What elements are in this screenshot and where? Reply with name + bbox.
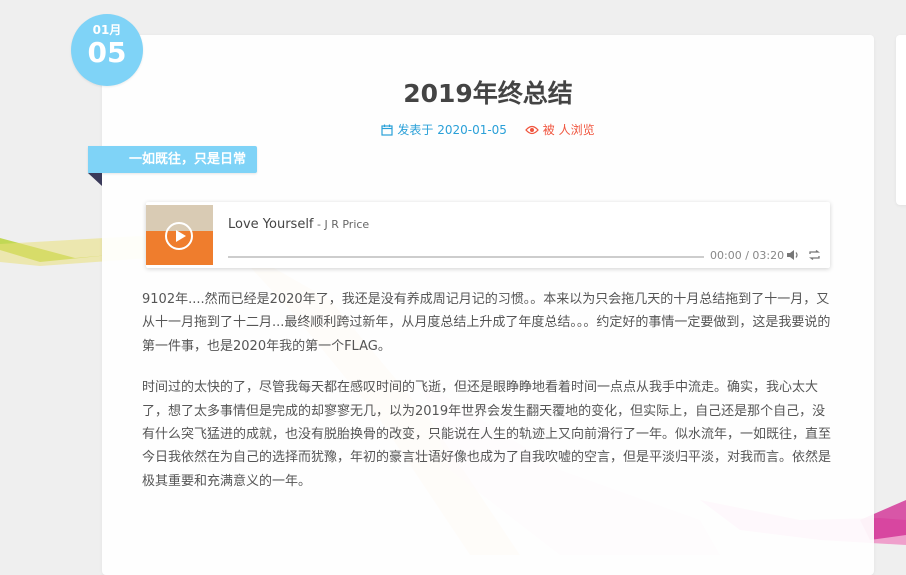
paragraph: 9102年....然而已经是2020年了，我还是没有养成周记月记的习惯。。本来以…: [142, 292, 831, 354]
time-display: 00:00 / 03:20: [710, 249, 785, 262]
sidebar-card: [896, 35, 906, 205]
view-count-text: 被 人浏览: [542, 123, 595, 137]
post-body: 9102年....然而已经是2020年了，我还是没有养成周记月记的习惯。。本来以…: [142, 288, 836, 511]
date-month: 01月: [92, 23, 122, 37]
post-meta: 发表于 2020-01-05 被 人浏览: [102, 121, 874, 139]
eye-icon: [524, 125, 539, 135]
paragraph: 时间过的太快的了，尽管我每天都在感叹时间的飞逝，但还是眼睁睁地看着时间一点点从我…: [142, 380, 832, 489]
song-title: Love Yourself: [228, 217, 314, 232]
category-ribbon-label: 一如既往，只是日常: [128, 152, 246, 167]
play-icon[interactable]: [165, 222, 193, 250]
publish-date-text: 发表于 2020-01-05: [397, 123, 507, 137]
date-badge: 01月 05: [71, 14, 143, 86]
album-cover: [146, 205, 213, 265]
song-artist: - J R Price: [313, 218, 370, 231]
song-info: Love Yourself - J R Price: [228, 216, 369, 234]
publish-date: 发表于 2020-01-05: [381, 123, 510, 137]
ribbon-fold: [88, 173, 102, 186]
calendar-icon: [381, 124, 393, 136]
date-day: 05: [87, 36, 127, 69]
category-ribbon[interactable]: 一如既往，只是日常: [88, 146, 257, 173]
post-title[interactable]: 2019年终总结: [102, 74, 874, 114]
view-count: 被 人浏览: [524, 123, 595, 137]
loop-icon[interactable]: [808, 249, 821, 261]
progress-bar[interactable]: [228, 256, 704, 258]
music-player: Love Yourself - J R Price 00:00 / 03:20: [146, 202, 830, 268]
volume-icon[interactable]: [786, 249, 799, 261]
